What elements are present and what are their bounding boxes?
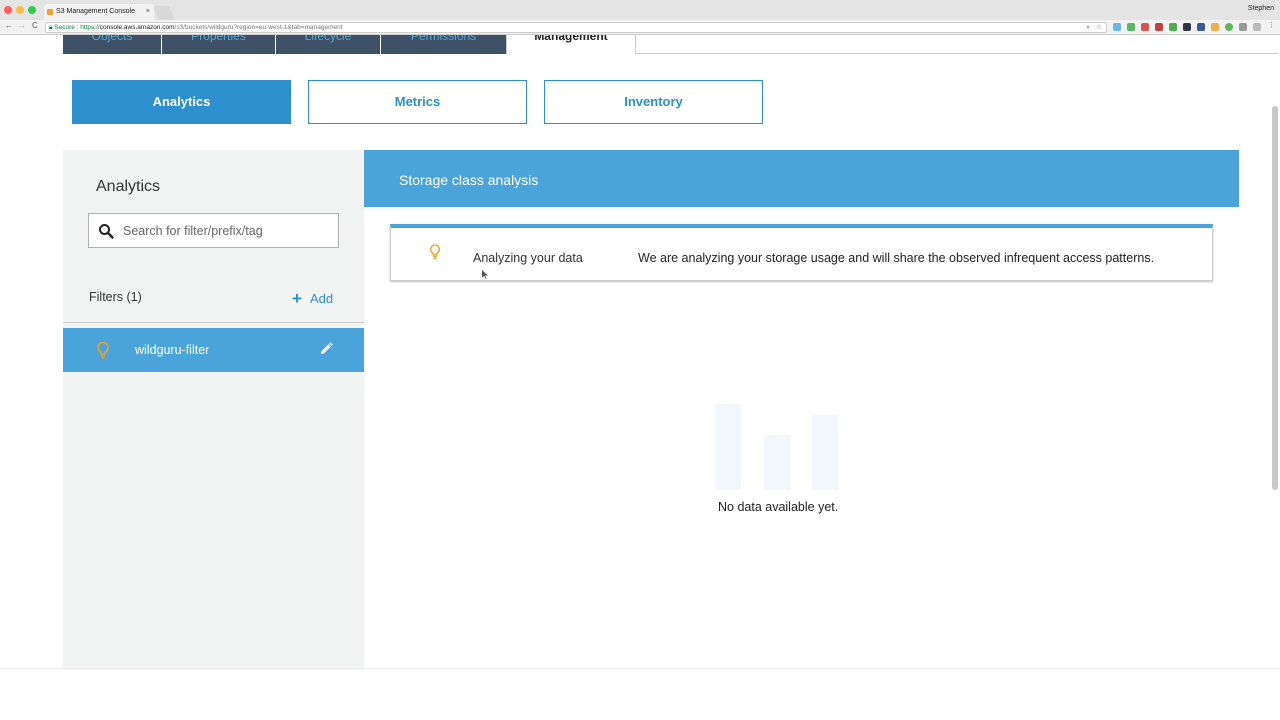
extension-icon[interactable] xyxy=(1253,23,1261,31)
filter-name: wildguru-filter xyxy=(135,343,210,357)
analytics-sidebar: Analytics Filters (1) + Add wildguru-filt… xyxy=(63,150,364,670)
bookmark-star-icon[interactable]: ☆ xyxy=(1096,23,1102,33)
status-message: We are analyzing your storage usage and … xyxy=(638,251,1155,265)
zoom-icon[interactable]: ⌕ xyxy=(1086,23,1090,33)
filter-search-field[interactable] xyxy=(88,213,339,248)
subtab-metrics[interactable]: Metrics xyxy=(308,80,527,124)
extension-icon[interactable] xyxy=(1183,23,1191,31)
page-bottom-divider xyxy=(0,668,1280,669)
url-field[interactable]: 🔒︎ Secure | https://console.aws.amazon.c… xyxy=(45,22,1107,33)
plus-icon: + xyxy=(292,289,302,308)
analysis-status-box: Analyzing your data We are analyzing you… xyxy=(390,224,1213,281)
add-filter-label: Add xyxy=(309,291,334,306)
subtab-analytics[interactable]: Analytics xyxy=(72,80,291,124)
section-title: Storage class analysis xyxy=(399,172,539,188)
mouse-cursor-icon xyxy=(482,270,488,279)
window-maximize-button[interactable] xyxy=(28,6,36,14)
sidebar-title: Analytics xyxy=(96,178,161,195)
new-tab-button[interactable] xyxy=(153,6,175,20)
tab-bar-divider xyxy=(636,53,1278,54)
browser-tab-title: S3 Management Console xyxy=(56,8,135,15)
sidebar-divider xyxy=(63,322,364,323)
tab-properties[interactable]: Properties xyxy=(162,35,275,54)
extension-icon[interactable] xyxy=(1113,23,1121,31)
back-icon[interactable]: ← xyxy=(5,21,13,30)
bucket-tab-bar: Objects Properties Lifecycle Permissions… xyxy=(63,35,1278,54)
lightbulb-icon xyxy=(430,244,440,259)
aws-favicon-icon xyxy=(47,9,53,15)
extension-icon[interactable] xyxy=(1155,23,1163,31)
filter-item-wildguru[interactable]: wildguru-filter xyxy=(63,328,364,372)
storage-class-analysis-header: Storage class analysis xyxy=(364,150,1239,207)
profile-name[interactable]: Stephen xyxy=(1248,5,1274,12)
status-title: Analyzing your data xyxy=(473,251,583,265)
url-path: /s3/buckets/wildguru?region=eu-west-1&ta… xyxy=(174,24,343,31)
browser-tab[interactable]: S3 Management Console × xyxy=(44,4,154,20)
extension-icon[interactable] xyxy=(1197,23,1205,31)
tab-management[interactable]: Management xyxy=(506,35,636,54)
extension-icon[interactable] xyxy=(1169,23,1177,31)
browser-menu-icon[interactable]: ⋮ xyxy=(1268,21,1275,29)
url-host: console.aws.amazon.com xyxy=(99,24,175,31)
tab-lifecycle[interactable]: Lifecycle xyxy=(276,35,380,54)
lightbulb-icon xyxy=(97,341,109,359)
browser-titlebar: S3 Management Console × Stephen xyxy=(0,0,1280,20)
add-filter-button[interactable]: + Add xyxy=(292,288,333,308)
tab-permissions[interactable]: Permissions xyxy=(381,35,506,54)
bar-chart-placeholder-icon xyxy=(715,404,838,490)
secure-label: Secure xyxy=(54,24,75,31)
filters-count-label: Filters (1) xyxy=(89,290,142,304)
gmail-extension-icon[interactable] xyxy=(1141,23,1149,31)
extension-icon[interactable] xyxy=(1239,23,1247,31)
search-icon xyxy=(99,224,114,239)
extension-icon[interactable] xyxy=(1127,23,1135,31)
extension-icon[interactable] xyxy=(1225,23,1233,31)
window-minimize-button[interactable] xyxy=(16,6,24,14)
no-data-message: No data available yet. xyxy=(718,500,839,514)
subtab-inventory[interactable]: Inventory xyxy=(544,80,763,124)
tab-objects[interactable]: Objects xyxy=(63,35,161,54)
tab-close-icon[interactable]: × xyxy=(146,4,150,20)
filter-search-input[interactable] xyxy=(123,222,333,240)
forward-icon[interactable]: → xyxy=(18,21,26,30)
lock-icon: 🔒︎ xyxy=(49,24,53,31)
reload-icon[interactable]: C xyxy=(32,21,38,30)
extension-icon[interactable] xyxy=(1211,23,1219,31)
url-scheme: https:// xyxy=(80,24,100,31)
address-bar-row: ← → C 🔒︎ Secure | https://console.aws.am… xyxy=(0,20,1280,35)
pencil-icon[interactable] xyxy=(319,342,333,356)
page-scrollbar[interactable] xyxy=(1272,106,1278,490)
window-close-button[interactable] xyxy=(4,6,12,14)
